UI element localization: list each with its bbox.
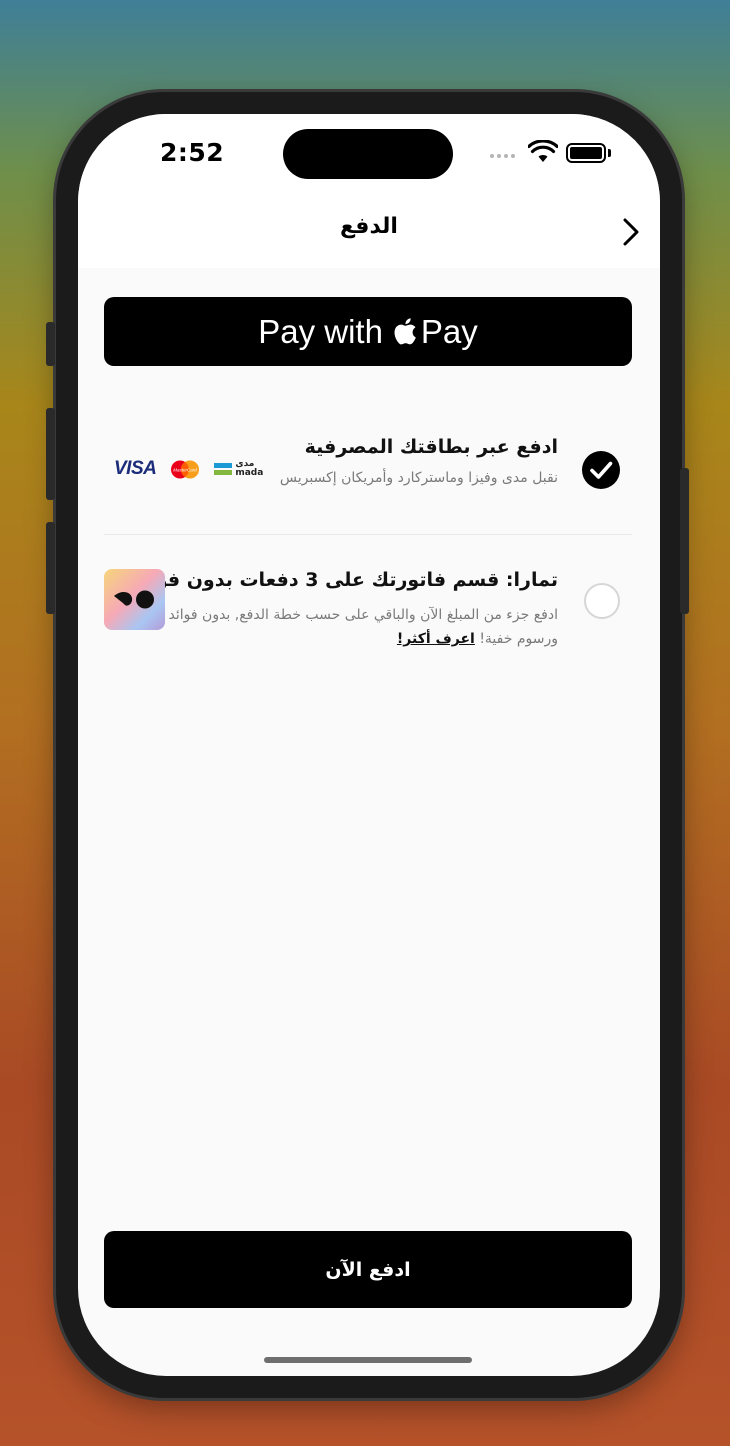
tamara-description: ادفع جزء من المبلغ الآن والباقي على حسب … [168, 607, 558, 647]
apple-pay-button[interactable]: Pay with Pay [104, 297, 632, 366]
phone-power-button [680, 468, 689, 614]
phone-volume-up [46, 408, 55, 500]
mada-logo-latin: mada [235, 468, 264, 478]
phone-volume-down [46, 522, 55, 614]
status-time: 2:52 [160, 138, 225, 167]
pay-now-button[interactable]: ادفع الآن [104, 1231, 632, 1308]
battery-icon [566, 143, 606, 163]
option-tamara[interactable]: تمارا: قسم فاتورتك على 3 دفعات بدون فوائ… [104, 569, 632, 669]
radio-unselected-icon[interactable] [584, 583, 620, 619]
wifi-icon [528, 140, 558, 162]
chevron-right-icon[interactable] [616, 214, 646, 250]
checkmark-icon [590, 461, 613, 479]
card-logos: VISA MasterCard مدى mada [114, 458, 263, 480]
learn-more-link[interactable]: اعرف أكثر! [397, 631, 475, 647]
option-bank-card[interactable]: ادفع عبر بطاقتك المصرفية نقبل مدى وفيزا … [104, 436, 632, 526]
option-subtitle: ادفع جزء من المبلغ الآن والباقي على حسب … [168, 603, 558, 651]
dynamic-island [283, 129, 453, 179]
phone-silent-switch [46, 322, 55, 366]
cellular-signal-icon [490, 154, 515, 158]
apple-pay-label: Pay with [258, 312, 383, 350]
options-divider [104, 534, 632, 535]
battery-nub [608, 149, 611, 157]
page-title: الدفع [340, 214, 398, 239]
apple-pay-brand: Pay [420, 312, 478, 350]
radio-selected-icon[interactable] [582, 451, 620, 489]
tamara-logo-icon [104, 569, 165, 630]
home-indicator[interactable] [264, 1357, 472, 1363]
mastercard-logo-icon: MasterCard [171, 460, 200, 478]
mada-logo: مدى mada [214, 460, 263, 478]
svg-text:MasterCard: MasterCard [174, 467, 198, 472]
option-title: تمارا: قسم فاتورتك على 3 دفعات بدون فوائ… [131, 569, 558, 591]
apple-logo-icon [394, 318, 416, 345]
option-title: ادفع عبر بطاقتك المصرفية [304, 436, 558, 458]
nav-bar: الدفع [78, 214, 660, 268]
status-bar: 2:52 [78, 114, 660, 214]
option-subtitle: نقبل مدى وفيزا وماستركارد وأمريكان إكسبر… [279, 470, 558, 486]
visa-logo: VISA [114, 458, 157, 479]
app-screen: 2:52 الدفع Pay with Pay ادفع عبر بطاقتك … [78, 114, 660, 1376]
